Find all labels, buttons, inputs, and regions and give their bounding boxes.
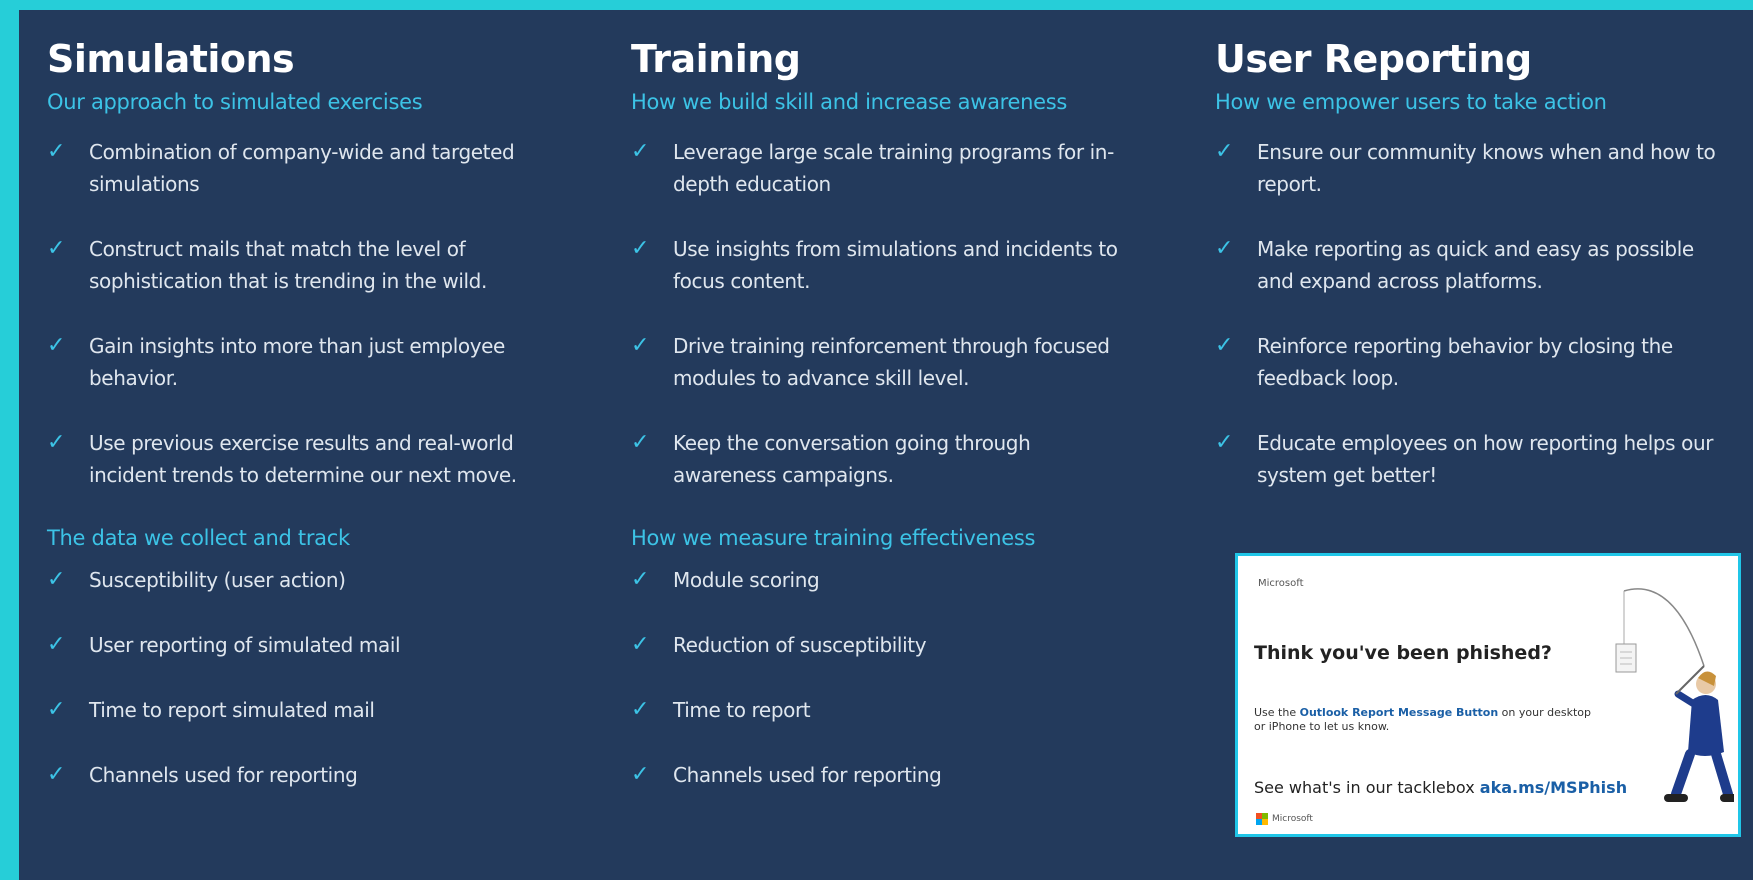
list-item: ✓ Keep the conversation going through awa… — [631, 427, 1131, 493]
list-item: ✓ Use previous exercise results and real-… — [47, 427, 547, 493]
brand-label: Microsoft — [1258, 578, 1304, 589]
check-icon: ✓ — [1215, 430, 1234, 455]
check-icon: ✓ — [47, 567, 66, 592]
list-item: ✓ Make reporting as quick and easy as pos… — [1215, 233, 1735, 299]
microsoft-logo: Microsoft — [1256, 813, 1313, 825]
list-item: ✓ Time to report — [631, 694, 1131, 728]
slide: Simulations Our approach to simulated ex… — [19, 10, 1753, 880]
column-title: Simulations — [47, 37, 295, 81]
approach-list: ✓ Leverage large scale training programs … — [631, 136, 1131, 493]
list-item: ✓ Ensure our community knows when and how… — [1215, 136, 1735, 202]
list-item: ✓ Susceptibility (user action) — [47, 564, 547, 598]
poster-headline: Think you've been phished? — [1254, 642, 1552, 664]
column-subtitle: How we build skill and increase awarenes… — [631, 90, 1068, 114]
check-icon: ✓ — [631, 697, 650, 722]
list-item: ✓ Drive training reinforcement through fo… — [631, 330, 1131, 396]
user-reporting-column: User Reporting How we empower users to t… — [1215, 36, 1735, 524]
check-icon: ✓ — [47, 697, 66, 722]
fisherman-illustration — [1615, 588, 1734, 802]
list-item: ✓ Channels used for reporting — [631, 759, 1131, 793]
poster-body: Use the Outlook Report Message Button on… — [1254, 706, 1591, 733]
microsoft-logo-icon — [1256, 813, 1268, 825]
check-icon: ✓ — [47, 430, 66, 455]
list-item: ✓ Construct mails that match the level of… — [47, 233, 547, 299]
check-icon: ✓ — [1215, 333, 1234, 358]
measure-subtitle: How we measure training effectiveness — [631, 526, 1036, 550]
list-item: ✓ Reinforce reporting behavior by closing… — [1215, 330, 1735, 396]
check-icon: ✓ — [631, 139, 650, 164]
check-icon: ✓ — [631, 236, 650, 261]
list-item: ✓ Module scoring — [631, 564, 1131, 598]
report-button-link: Outlook Report Message Button — [1299, 706, 1499, 719]
list-item: ✓ Reduction of susceptibility — [631, 629, 1131, 663]
check-icon: ✓ — [47, 762, 66, 787]
check-icon: ✓ — [47, 632, 66, 657]
approach-list: ✓ Combination of company-wide and targete… — [47, 136, 547, 493]
check-icon: ✓ — [631, 762, 650, 787]
check-icon: ✓ — [631, 567, 650, 592]
training-column: Training How we build skill and increase… — [631, 36, 1131, 824]
list-item: ✓ User reporting of simulated mail — [47, 629, 547, 663]
list-item: ✓ Educate employees on how reporting help… — [1215, 427, 1735, 493]
list-item: ✓ Leverage large scale training programs … — [631, 136, 1131, 202]
check-icon: ✓ — [47, 333, 66, 358]
check-icon: ✓ — [47, 139, 66, 164]
check-icon: ✓ — [631, 632, 650, 657]
list-item: ✓ Gain insights into more than just emplo… — [47, 330, 547, 396]
check-icon: ✓ — [47, 236, 66, 261]
measure-list: ✓ Module scoring ✓ Reduction of susceptibi… — [631, 564, 1131, 793]
check-icon: ✓ — [1215, 139, 1234, 164]
check-icon: ✓ — [1215, 236, 1234, 261]
data-subtitle: The data we collect and track — [47, 526, 350, 550]
list-item: ✓ Channels used for reporting — [47, 759, 547, 793]
data-list: ✓ Susceptibility (user action) ✓ User repo… — [47, 564, 547, 793]
check-icon: ✓ — [631, 430, 650, 455]
column-subtitle: How we empower users to take action — [1215, 90, 1607, 114]
phish-poster: Microsoft Think you've been phished? Use… — [1235, 553, 1741, 837]
column-title: User Reporting — [1215, 37, 1532, 81]
list-item: ✓ Time to report simulated mail — [47, 694, 547, 728]
simulations-column: Simulations Our approach to simulated ex… — [47, 36, 547, 824]
list-item: ✓ Combination of company-wide and targete… — [47, 136, 547, 202]
check-icon: ✓ — [631, 333, 650, 358]
list-item: ✓ Use insights from simulations and incid… — [631, 233, 1131, 299]
column-subtitle: Our approach to simulated exercises — [47, 90, 423, 114]
approach-list: ✓ Ensure our community knows when and how… — [1215, 136, 1735, 493]
column-title: Training — [631, 37, 801, 81]
